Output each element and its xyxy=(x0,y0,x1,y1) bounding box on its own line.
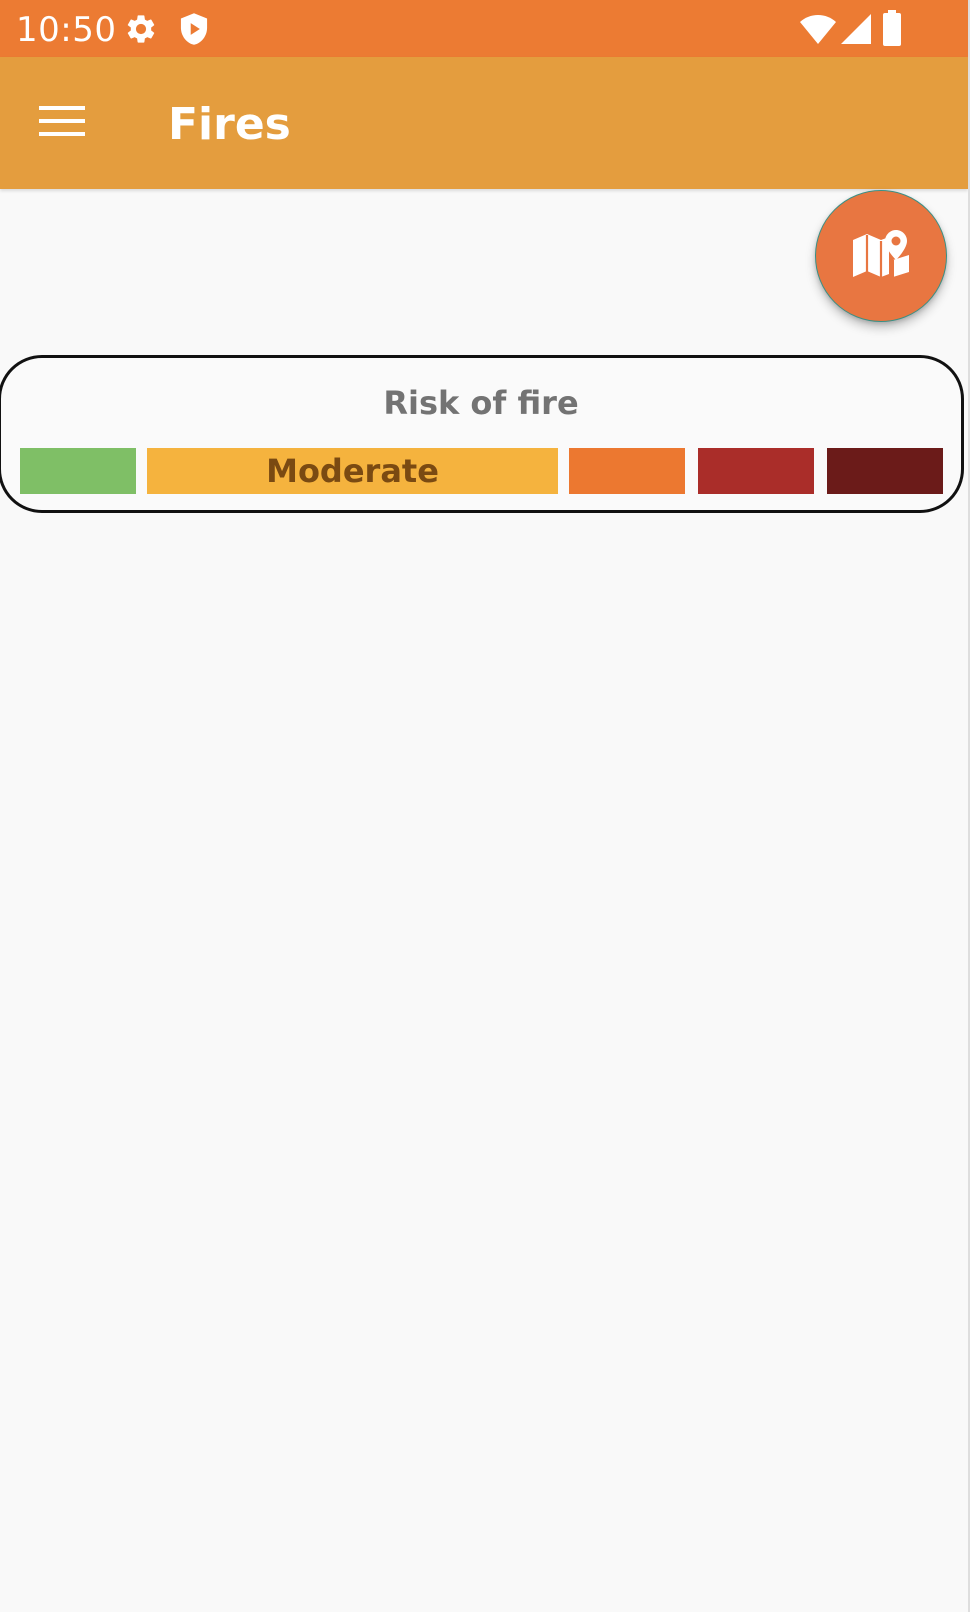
battery-icon xyxy=(882,10,902,51)
map-fab-button[interactable] xyxy=(815,190,947,322)
risk-title: Risk of fire xyxy=(383,384,579,422)
settings-icon xyxy=(124,12,158,51)
risk-level-low xyxy=(20,448,136,494)
risk-level-high xyxy=(569,448,685,494)
shield-play-icon xyxy=(178,12,210,51)
risk-level-extreme xyxy=(827,448,943,494)
status-time: 10:50 xyxy=(16,10,117,50)
risk-level-very-high xyxy=(698,448,814,494)
app-bar: Fires xyxy=(0,57,968,189)
signal-icon xyxy=(840,13,872,50)
menu-icon xyxy=(39,104,85,143)
map-pin-icon xyxy=(852,229,910,283)
page-title: Fires xyxy=(168,99,291,150)
risk-level-moderate: Moderate xyxy=(147,448,558,494)
screen: 10:50 Fires Risk of fire Moderate xyxy=(0,0,970,1612)
fire-risk-card: Risk of fire Moderate xyxy=(0,355,964,513)
status-bar: 10:50 xyxy=(0,0,968,57)
wifi-icon xyxy=(800,13,836,50)
risk-level-label: Moderate xyxy=(266,452,439,490)
menu-button[interactable] xyxy=(24,85,100,161)
